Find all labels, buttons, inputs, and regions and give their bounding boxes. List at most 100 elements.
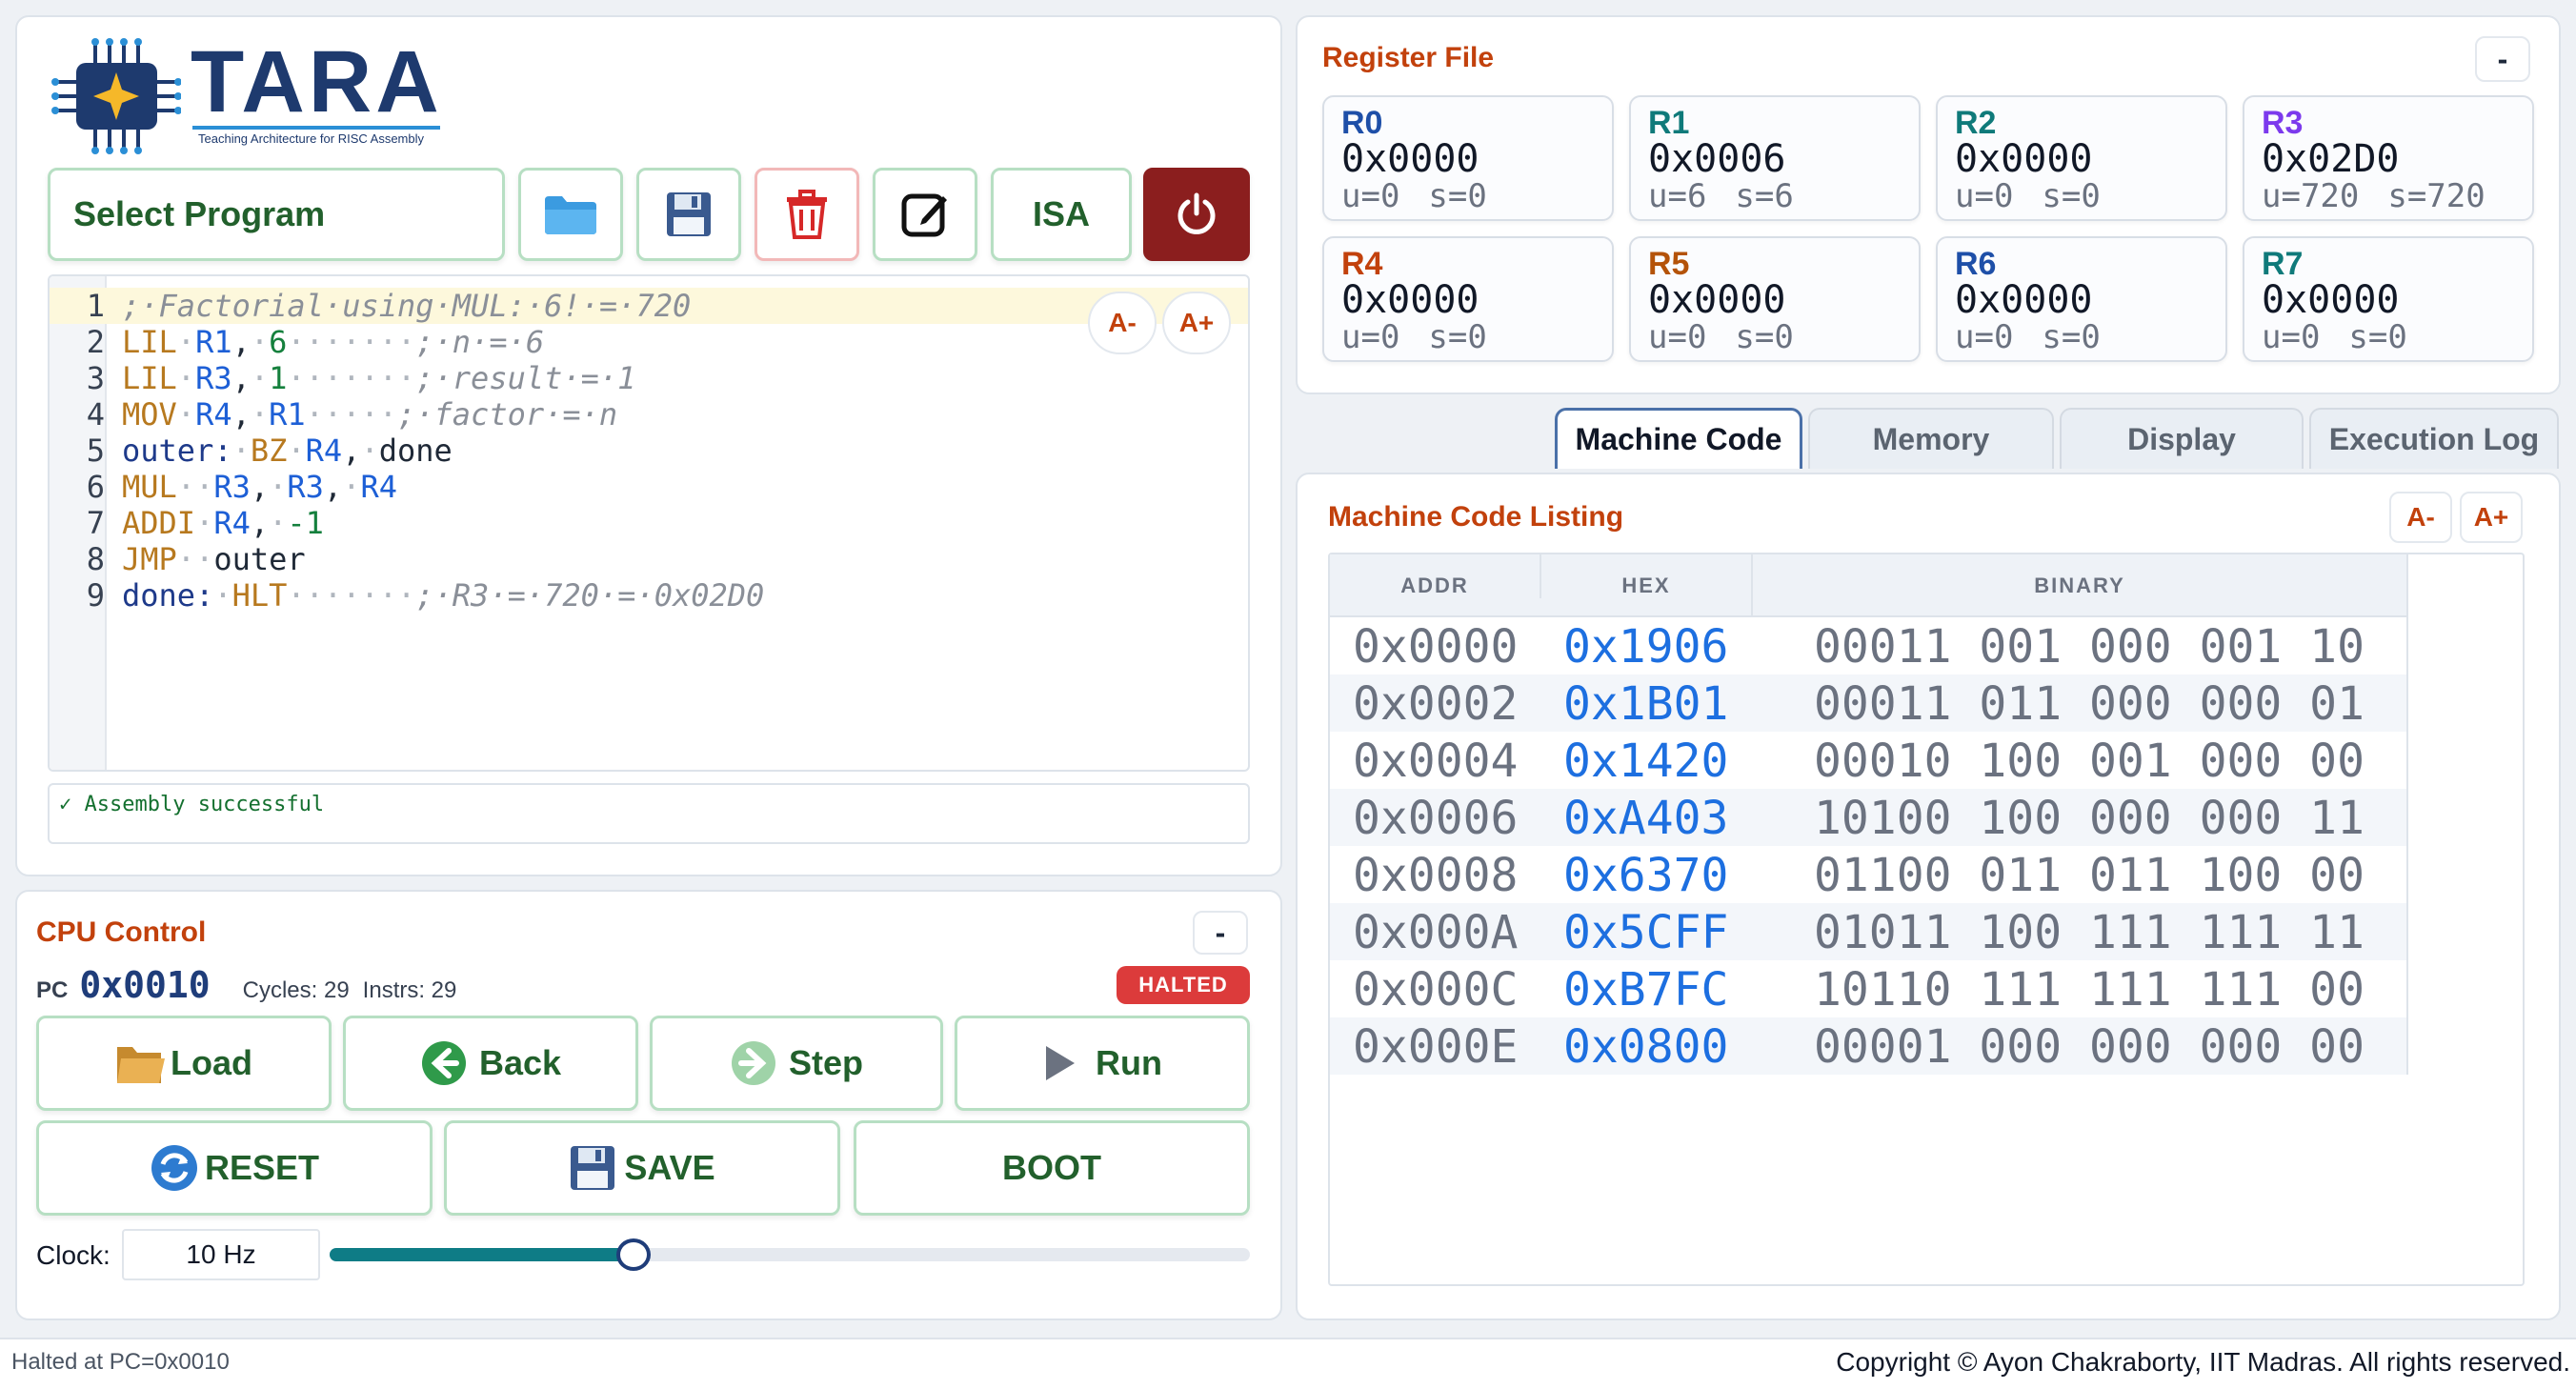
code-line[interactable]: MUL··R3,·R3,·R4 — [122, 469, 397, 505]
isa-button[interactable]: ISA — [991, 168, 1132, 261]
table-row[interactable]: 0x0006 0xA403 10100 100 000 000 11 — [1330, 789, 2408, 846]
clock-value-field[interactable]: 10 Hz — [122, 1229, 320, 1280]
power-button[interactable] — [1143, 168, 1250, 261]
table-row[interactable]: 0x000E 0x0800 00001 000 000 000 00 — [1330, 1017, 2408, 1075]
run-button[interactable]: Run — [955, 1016, 1250, 1111]
code-line[interactable]: MOV·R4,·R1·····;·factor·=·n — [122, 396, 617, 433]
code-line[interactable]: LIL·R3,·1·······;·result·=·1 — [122, 360, 635, 396]
row-addr: 0x0006 — [1353, 792, 1519, 845]
cpu-collapse-button[interactable]: - — [1193, 911, 1248, 955]
register-decimal: u=0 s=0 — [1648, 318, 1794, 356]
save-state-button[interactable]: SAVE — [444, 1120, 840, 1216]
open-file-button[interactable] — [518, 168, 623, 261]
clock-slider-thumb[interactable] — [615, 1238, 651, 1271]
row-binary: 00001 000 000 000 00 — [1814, 1020, 2365, 1074]
cycles-count: Cycles: 29 — [242, 977, 350, 1003]
row-binary: 10100 100 000 000 11 — [1814, 792, 2365, 845]
code-line[interactable]: ;·Factorial·using·MUL:·6!·=·720 — [122, 288, 691, 324]
register-decimal: u=0 s=0 — [1341, 318, 1487, 356]
delete-button[interactable] — [755, 168, 859, 261]
cpu-collapse-label: - — [1215, 915, 1226, 950]
power-icon — [1177, 192, 1216, 234]
register-signed: s=0 — [1428, 177, 1487, 215]
line-number: 8 — [86, 541, 105, 577]
trash-icon — [787, 190, 827, 239]
listing-title: Machine Code Listing — [1328, 501, 1624, 533]
code-line[interactable]: LIL·R1,·6·······;·n·=·6 — [122, 324, 544, 360]
boot-button[interactable]: BOOT — [854, 1120, 1250, 1216]
logo-underline — [192, 126, 440, 130]
assembly-status-text: ✓ Assembly successful — [59, 793, 325, 816]
listing-font-decrease-button[interactable]: A- — [2389, 492, 2452, 543]
select-program-label: Select Program — [73, 194, 326, 233]
line-number: 7 — [86, 505, 105, 541]
edit-icon — [901, 193, 947, 237]
row-hex: 0x1420 — [1563, 735, 1729, 788]
line-number: 1 — [86, 288, 105, 324]
row-addr: 0x0000 — [1353, 620, 1519, 674]
step-label: Step — [788, 1043, 863, 1082]
row-binary: 10110 111 111 111 00 — [1814, 963, 2365, 1017]
line-number: 6 — [86, 469, 105, 505]
pc-label: PC — [36, 977, 69, 1003]
edit-button[interactable] — [873, 168, 977, 261]
header-hex: HEX — [1540, 554, 1751, 598]
table-row[interactable]: 0x0008 0x6370 01100 011 011 100 00 — [1330, 846, 2408, 903]
load-button[interactable]: Load — [36, 1016, 332, 1111]
row-hex: 0x5CFF — [1563, 906, 1729, 959]
register-hex: 0x0000 — [1648, 278, 1786, 322]
listing-font-increase-button[interactable]: A+ — [2460, 492, 2523, 543]
register-signed: s=0 — [2042, 318, 2101, 356]
halted-badge-label: HALTED — [1138, 973, 1228, 996]
table-row[interactable]: 0x000C 0xB7FC 10110 111 111 111 00 — [1330, 960, 2408, 1017]
code-line[interactable]: done:·HLT·······;·R3·=·720·=·0x02D0 — [122, 577, 764, 614]
row-hex: 0xB7FC — [1563, 963, 1729, 1017]
register-unsigned: u=0 — [1341, 177, 1400, 215]
clock-label: Clock: — [36, 1240, 111, 1270]
tab-display[interactable]: Display — [2060, 408, 2304, 469]
code-line[interactable]: JMP··outer — [122, 541, 306, 577]
font-increase-button[interactable]: A+ — [1162, 292, 1231, 354]
row-hex: 0x1906 — [1563, 620, 1729, 674]
register-signed: s=0 — [1735, 318, 1794, 356]
code-editor[interactable]: 123456789 ;·Factorial·using·MUL:·6!·=·72… — [48, 274, 1250, 772]
register-r7: R7 0x0000 u=0 s=0 — [2243, 236, 2534, 362]
table-row[interactable]: 0x0002 0x1B01 00011 011 000 000 01 — [1330, 674, 2408, 732]
save-icon — [667, 192, 711, 236]
reset-button[interactable]: RESET — [36, 1120, 433, 1216]
register-decimal: u=0 s=0 — [1341, 177, 1487, 215]
back-button[interactable]: Back — [343, 1016, 638, 1111]
select-program-dropdown[interactable]: Select Program — [48, 168, 505, 261]
step-button[interactable]: Step — [650, 1016, 943, 1111]
register-collapse-button[interactable]: - — [2475, 36, 2530, 82]
table-row[interactable]: 0x0000 0x1906 00011 001 000 001 10 — [1330, 617, 2408, 674]
save-file-button[interactable] — [636, 168, 741, 261]
header-binary: BINARY — [1751, 554, 2408, 617]
row-hex: 0x0800 — [1563, 1020, 1729, 1074]
font-decrease-button[interactable]: A- — [1088, 292, 1157, 354]
row-addr: 0x0004 — [1353, 735, 1519, 788]
register-hex: 0x0000 — [2262, 278, 2400, 322]
tab-execution-log[interactable]: Execution Log — [2309, 408, 2559, 469]
font-decrease-label: A- — [1108, 308, 1137, 337]
tab-machine-code[interactable]: Machine Code — [1555, 408, 1802, 469]
register-signed: s=0 — [2348, 318, 2407, 356]
code-line[interactable]: ADDI·R4,·-1 — [122, 505, 324, 541]
table-row[interactable]: 0x000A 0x5CFF 01011 100 111 111 11 — [1330, 903, 2408, 960]
register-r3: R3 0x02D0 u=720 s=720 — [2243, 95, 2534, 221]
register-signed: s=0 — [1428, 318, 1487, 356]
register-decimal: u=0 s=0 — [1955, 318, 2101, 356]
row-addr: 0x000E — [1353, 1020, 1519, 1074]
clock-slider[interactable] — [330, 1238, 1250, 1271]
listing-header: ADDR HEX BINARY — [1330, 554, 2408, 617]
tab-memory[interactable]: Memory — [1808, 408, 2054, 469]
register-unsigned: u=0 — [1648, 318, 1707, 356]
line-number: 3 — [86, 360, 105, 396]
code-line[interactable]: outer:·BZ·R4,·done — [122, 433, 453, 469]
line-number: 2 — [86, 324, 105, 360]
load-label: Load — [171, 1043, 252, 1082]
table-row[interactable]: 0x0004 0x1420 00010 100 001 000 00 — [1330, 732, 2408, 789]
register-decimal: u=0 s=0 — [2262, 318, 2407, 356]
clock-slider-fill — [330, 1248, 634, 1261]
register-r4: R4 0x0000 u=0 s=0 — [1322, 236, 1614, 362]
